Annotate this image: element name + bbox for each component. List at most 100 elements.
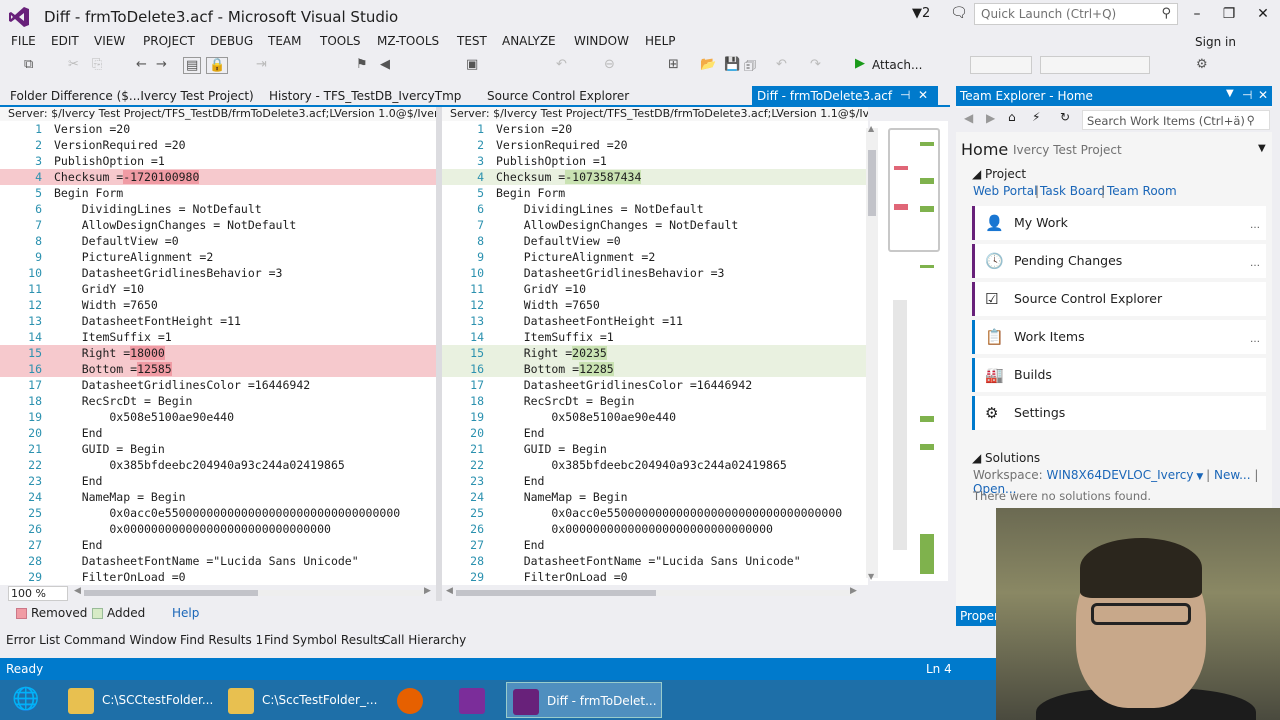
workspace-link[interactable]: WIN8X64DEVLOC_Ivercy <box>1046 468 1193 482</box>
save-icon[interactable]: 💾 <box>724 57 740 72</box>
scroll-down-icon[interactable]: ▼ <box>868 572 874 581</box>
indent-icon[interactable]: ⇥ <box>256 57 267 72</box>
left-horizontal-thumb[interactable] <box>84 590 258 596</box>
menu-help[interactable]: HELP <box>645 34 676 48</box>
new-project-icon[interactable]: ⊞ <box>668 57 679 72</box>
dropdown-icon[interactable]: ▼ <box>1226 88 1234 99</box>
notifications-icon[interactable]: 🗨 <box>950 5 968 21</box>
source-control-explorer-tile[interactable]: ☑ Source Control Explorer <box>972 282 1266 316</box>
pin-tab-icon[interactable]: ⊣ <box>900 88 910 102</box>
taskbar-visual-studio[interactable]: Diff - frmToDelet... <box>506 682 662 718</box>
undo-icon-2[interactable]: ↶ <box>776 57 787 72</box>
layout-icon[interactable]: ⧉ <box>24 57 33 72</box>
refresh-icon[interactable]: ↻ <box>1060 110 1070 124</box>
menu-file[interactable]: FILE <box>11 34 36 48</box>
task-board-link[interactable]: Task Board <box>1040 184 1105 198</box>
menu-mz-tools[interactable]: MZ-TOOLS <box>377 34 439 48</box>
project-dropdown-icon[interactable]: ▼ <box>1258 143 1266 154</box>
tab-source-control-explorer[interactable]: Source Control Explorer <box>487 89 629 103</box>
restore-button[interactable]: ❐ <box>1214 4 1244 24</box>
menu-test[interactable]: TEST <box>457 34 487 48</box>
help-link[interactable]: Help <box>172 606 199 620</box>
work-items-tile[interactable]: 📋 Work Items… <box>972 320 1266 354</box>
overview-viewport[interactable] <box>888 128 940 252</box>
pending-changes-tile[interactable]: 🕓 Pending Changes… <box>972 244 1266 278</box>
cut-icon[interactable]: ✂ <box>68 57 79 72</box>
pin-icon[interactable]: ⚙ <box>1196 57 1208 72</box>
solution-config-dropdown[interactable] <box>970 56 1032 74</box>
start-icon[interactable]: ▶ <box>855 56 865 71</box>
scroll-right-icon[interactable]: ▶ <box>424 586 431 596</box>
menu-window[interactable]: WINDOW <box>574 34 629 48</box>
camera-icon[interactable]: ▣ <box>466 57 478 72</box>
workspace-dropdown-icon[interactable]: ▼ <box>1193 472 1206 482</box>
bookmark-icon[interactable]: ⚑ <box>356 57 368 72</box>
more-icon[interactable]: … <box>1250 258 1260 269</box>
web-portal-link[interactable]: Web Portal <box>973 184 1037 198</box>
prev-change-icon[interactable]: ⊖ <box>604 57 615 72</box>
taskbar-onenote[interactable] <box>450 682 494 718</box>
scroll-left-icon[interactable]: ◀ <box>74 586 81 596</box>
left-diff-pane[interactable]: Server: $/Ivercy Test Project/TFS_TestDB… <box>0 107 436 585</box>
scroll-up-icon[interactable]: ▲ <box>868 124 874 133</box>
menu-project[interactable]: PROJECT <box>143 34 195 48</box>
more-icon[interactable]: … <box>1250 220 1260 231</box>
tab-diff-active[interactable]: Diff - frmToDelete3.acf ⊣ ✕ <box>752 86 938 106</box>
copy-icon[interactable]: ⎘ <box>92 57 102 72</box>
home-icon[interactable]: ⌂ <box>1008 110 1016 124</box>
navigate-back-icon[interactable]: ← <box>136 57 147 72</box>
tab-command-window[interactable]: Command Window <box>64 633 177 647</box>
lock-icon[interactable]: 🔒 <box>206 57 229 74</box>
menu-edit[interactable]: EDIT <box>51 34 79 48</box>
right-diff-pane[interactable]: Server: $/Ivercy Test Project/TFS_TestDB… <box>442 107 868 585</box>
feedback-filter-icon[interactable]: ▼2 <box>912 6 930 21</box>
menu-analyze[interactable]: ANALYZE <box>502 34 556 48</box>
undo-icon[interactable]: ↶ <box>556 57 567 72</box>
tab-find-symbol-results[interactable]: Find Symbol Results <box>264 633 384 647</box>
connect-icon[interactable]: ⚡ <box>1032 110 1040 124</box>
close-button[interactable]: ✕ <box>1248 4 1278 24</box>
taskbar-firefox[interactable] <box>388 682 432 718</box>
tab-call-hierarchy[interactable]: Call Hierarchy <box>382 633 466 647</box>
redo-icon[interactable]: ↷ <box>810 57 821 72</box>
attach-button[interactable]: Attach... <box>872 58 922 72</box>
minimize-button[interactable]: – <box>1182 4 1212 24</box>
taskbar-explorer-2[interactable]: C:\SccTestFolder_... <box>222 682 378 718</box>
right-horizontal-thumb[interactable] <box>456 590 656 596</box>
back-icon[interactable]: ◀ <box>964 111 973 125</box>
sign-in-link[interactable]: Sign in <box>1195 35 1236 49</box>
scroll-right-icon[interactable]: ▶ <box>850 586 857 596</box>
tab-folder-difference[interactable]: Folder Difference ($...Ivercy Test Proje… <box>10 89 254 103</box>
settings-tile[interactable]: ⚙ Settings <box>972 396 1266 430</box>
work-item-search-input[interactable]: Search Work Items (Ctrl+ä) ⚲ <box>1082 110 1270 130</box>
save-all-icon[interactable]: 🗊 <box>744 57 756 79</box>
close-icon[interactable]: ✕ <box>1258 88 1268 102</box>
tab-error-list[interactable]: Error List <box>6 633 60 647</box>
navigate-forward-icon[interactable]: → <box>156 57 167 72</box>
project-section-header[interactable]: ◢ Project <box>972 167 1026 181</box>
prev-bookmark-icon[interactable]: ◀ <box>380 57 390 72</box>
menu-team[interactable]: TEAM <box>268 34 301 48</box>
menu-debug[interactable]: DEBUG <box>210 34 253 48</box>
solutions-section-header[interactable]: ◢ Solutions <box>972 451 1040 465</box>
forward-icon[interactable]: ▶ <box>986 111 995 125</box>
start-globe-icon[interactable]: 🌐 <box>4 682 48 718</box>
open-file-icon[interactable]: 📂 <box>700 57 716 72</box>
platform-dropdown[interactable] <box>1040 56 1150 74</box>
my-work-tile[interactable]: 👤 My Work… <box>972 206 1266 240</box>
pin-icon[interactable]: ⊣ <box>1242 88 1252 102</box>
tab-history[interactable]: History - TFS_TestDB_IvercyTmp <box>269 89 461 103</box>
more-icon[interactable]: … <box>1250 334 1260 345</box>
new-solution-link[interactable]: New... <box>1214 468 1251 482</box>
menu-tools[interactable]: TOOLS <box>320 34 361 48</box>
taskbar-explorer-1[interactable]: C:\SCCtestFolder... <box>62 682 218 718</box>
zoom-dropdown[interactable]: 100 % <box>8 586 68 601</box>
scroll-left-icon[interactable]: ◀ <box>446 586 453 596</box>
close-tab-icon[interactable]: ✕ <box>918 88 928 102</box>
toggle-view-icon[interactable]: ▤ <box>183 57 202 74</box>
vertical-scroll-thumb[interactable] <box>868 150 876 216</box>
menu-view[interactable]: VIEW <box>94 34 125 48</box>
tab-find-results[interactable]: Find Results 1 <box>180 633 263 647</box>
quick-launch-input[interactable]: Quick Launch (Ctrl+Q) ⚲ <box>974 3 1178 25</box>
team-room-link[interactable]: Team Room <box>1107 184 1177 198</box>
